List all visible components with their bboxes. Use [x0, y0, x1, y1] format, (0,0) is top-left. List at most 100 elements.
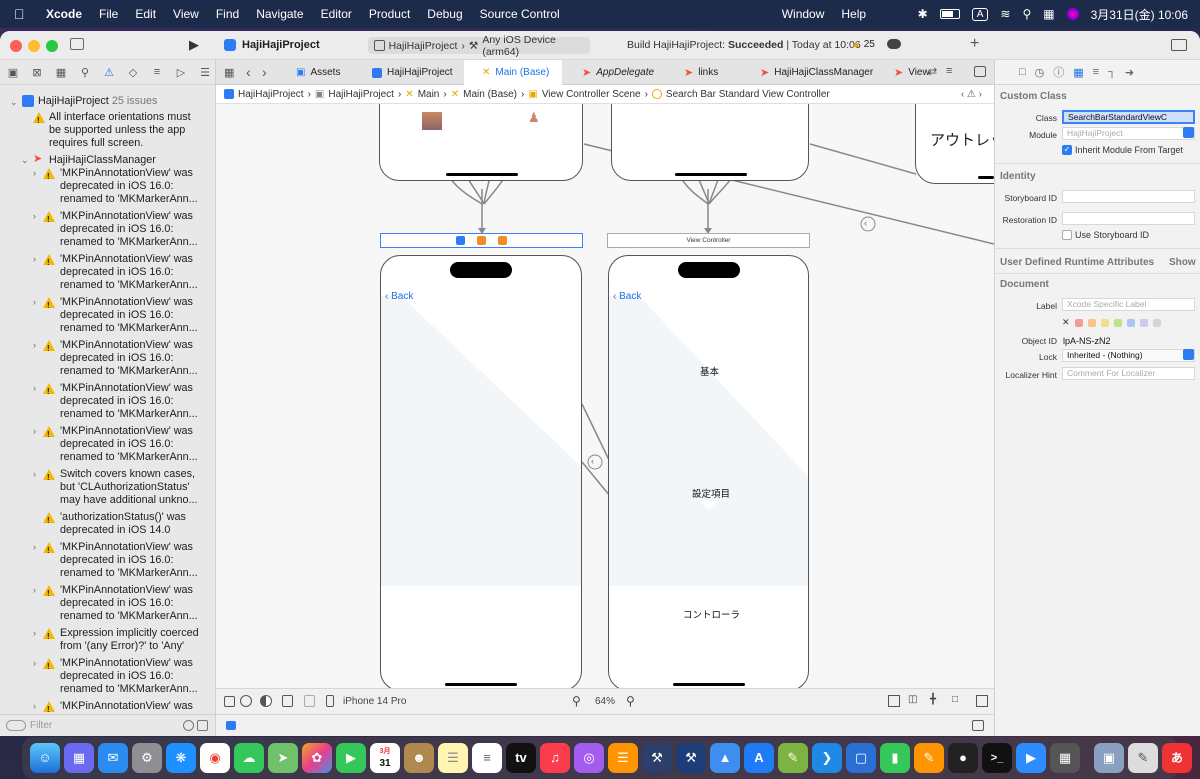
chevron-right-icon[interactable]: › — [33, 339, 36, 352]
music-icon[interactable]: ♫ — [540, 743, 570, 773]
document-label-field[interactable]: Xcode Specific Label — [1062, 298, 1195, 311]
back-button[interactable]: ‹ Back — [385, 291, 413, 302]
menu-xcode[interactable]: Xcode — [46, 7, 82, 21]
breakpoint-icon[interactable]: ▷ — [174, 66, 188, 79]
quick-help-icon[interactable]: ⓘ — [1053, 64, 1064, 80]
tab-hajihaji-class-manager[interactable]: ➤ HajiHajiClassManager — [752, 60, 892, 85]
input-method-icon[interactable]: あ — [1162, 743, 1192, 773]
label-basic[interactable]: 基本 — [700, 364, 719, 378]
facetime-icon[interactable]: ▶ — [336, 743, 366, 773]
jumpbar-item[interactable]: Main (Base) — [463, 89, 517, 100]
mail-icon[interactable]: ✉ — [98, 743, 128, 773]
numbers-icon[interactable]: ▮ — [880, 743, 910, 773]
script-editor-icon[interactable]: ✎ — [778, 743, 808, 773]
issue-group[interactable]: ⌄ ➤ HajiHajiClassManager — [0, 153, 215, 167]
align-icon[interactable]: ╋ — [930, 694, 936, 705]
update-frames-icon[interactable] — [888, 695, 900, 707]
input-mode-indicator[interactable]: A — [971, 7, 989, 21]
jumpbar-item[interactable]: Main — [418, 89, 440, 100]
xcode-icon[interactable]: ⚒ — [676, 743, 706, 773]
contacts-icon[interactable]: ☻ — [404, 743, 434, 773]
simulator-icon[interactable]: ▲ — [710, 743, 740, 773]
device-icon[interactable] — [326, 695, 334, 707]
issue-row[interactable]: › 'MKPinAnnotationView' wasdeprecated in … — [0, 339, 215, 382]
menu-debug[interactable]: Debug — [427, 7, 462, 21]
issue-row[interactable]: › 'MKPinAnnotationView' wasdeprecated in … — [0, 210, 215, 253]
issue-row[interactable]: › 'MKPinAnnotationView' wasdeprecated in … — [0, 425, 215, 468]
notes-icon[interactable]: ☰ — [438, 743, 468, 773]
restoration-id-field[interactable] — [1062, 212, 1195, 225]
destination-name[interactable]: Any iOS Device (arm64) — [482, 34, 590, 58]
finder-icon[interactable]: ☺ — [30, 743, 60, 773]
color-swatch-purple[interactable] — [1139, 318, 1148, 327]
debug-icon[interactable]: ≡ — [150, 66, 164, 78]
chevron-right-icon[interactable]: › — [33, 627, 36, 640]
issue-row[interactable]: › 'MKPinAnnotationView' wasdeprecated in … — [0, 541, 215, 584]
view-controller-scene[interactable]: ‹ Back 基本 設定項目 コントローラ — [608, 255, 809, 688]
grid-icon[interactable]: ▦ — [224, 66, 234, 79]
menu-window[interactable]: Window — [782, 7, 825, 21]
issue-row[interactable]: 'authorizationStatus()' wasdeprecated in… — [0, 511, 215, 541]
issue-row[interactable]: › 'MKPinAnnotationView' wasdeprecated in … — [0, 167, 215, 210]
scheme-selector[interactable]: HajiHajiProject › ⚒ Any iOS Device (arm6… — [368, 34, 590, 58]
tab-main-base[interactable]: ✕ Main (Base) — [464, 60, 562, 85]
menu-editor[interactable]: Editor — [321, 7, 352, 21]
pages-icon[interactable]: ✎ — [914, 743, 944, 773]
menu-file[interactable]: File — [99, 7, 118, 21]
folder-icon[interactable]: ▣ — [6, 66, 20, 79]
zoom-in-icon[interactable]: ⚲ — [626, 694, 635, 708]
menubar-clock[interactable]: 3月31日(金) 10:06 — [1091, 6, 1188, 23]
tab-view[interactable]: ➤ View — [886, 60, 930, 85]
issue-row[interactable]: › Switch covers known cases,but 'CLAuthor… — [0, 468, 215, 511]
jumpbar-item[interactable]: HajiHajiProject — [328, 89, 394, 100]
segue-chevron-icon[interactable]: ‹ — [864, 218, 867, 228]
spotlight-search-icon[interactable]: ⚲ — [1022, 7, 1031, 21]
menu-view[interactable]: View — [173, 7, 199, 21]
system-settings-icon[interactable]: ⚙ — [132, 743, 162, 773]
reminders-icon[interactable]: ≡ — [472, 743, 502, 773]
zoom-level[interactable]: 64% — [595, 696, 615, 707]
label-settings[interactable]: 設定項目 — [692, 486, 730, 500]
chevron-right-icon[interactable]: › — [33, 584, 36, 597]
identity-inspector-icon[interactable]: ▦ — [1073, 66, 1083, 79]
textedit-icon[interactable]: ✎ — [1128, 743, 1158, 773]
inherit-module-checkbox[interactable]: ✓ — [1062, 145, 1072, 155]
minimize-window-button[interactable] — [28, 40, 40, 52]
forward-arrow-icon[interactable]: › — [262, 64, 267, 80]
resolve-issues-icon[interactable] — [976, 695, 988, 707]
chevron-right-icon[interactable]: › — [33, 700, 36, 713]
layout-direction-icon[interactable] — [304, 695, 315, 707]
issue-filter-icon[interactable] — [197, 720, 208, 731]
zoom-out-icon[interactable]: ⚲ — [572, 694, 581, 708]
exit-icon[interactable] — [497, 235, 507, 245]
color-swatch-gray[interactable] — [1152, 318, 1161, 327]
terminal-icon[interactable]: >_ — [982, 743, 1012, 773]
lock-dropdown-icon[interactable] — [1183, 349, 1194, 360]
recent-filter-icon[interactable] — [183, 720, 194, 731]
issue-row[interactable]: › 'MKPinAnnotationView' wasdeprecated in … — [0, 296, 215, 339]
debug-area-toggle-icon[interactable] — [226, 721, 236, 730]
add-constraints-icon[interactable]: □ — [952, 694, 958, 705]
history-inspector-icon[interactable]: ◷ — [1035, 66, 1045, 79]
tab-assets[interactable]: ▣ Assets — [288, 60, 364, 85]
github-desktop-icon[interactable]: ● — [948, 743, 978, 773]
jumpbar-item[interactable]: HajiHajiProject — [238, 89, 304, 100]
bluetooth-icon[interactable]: ✱ — [918, 7, 928, 21]
preview-icon[interactable]: ▣ — [1094, 743, 1124, 773]
apple-tv-icon[interactable]: tv — [506, 743, 536, 773]
menu-source-control[interactable]: Source Control — [480, 7, 560, 21]
app-store-icon[interactable]: A — [744, 743, 774, 773]
chevron-right-icon[interactable]: › — [33, 296, 36, 309]
close-window-button[interactable] — [10, 40, 22, 52]
first-responder-icon[interactable] — [477, 235, 486, 245]
color-swatch-yellow[interactable] — [1100, 318, 1109, 327]
source-control-icon[interactable]: ⊠ — [30, 66, 44, 79]
scene-top-left[interactable]: ♟ — [379, 104, 583, 181]
localizer-hint-field[interactable]: Comment For Localizer — [1062, 367, 1195, 380]
apple-logo-icon[interactable]:  — [14, 6, 34, 22]
report-icon[interactable]: ☰ — [198, 66, 212, 79]
color-swatch-orange[interactable] — [1087, 318, 1096, 327]
maps-icon[interactable]: ➤ — [268, 743, 298, 773]
toolbar-warnings[interactable]: ▲ 25 — [851, 39, 875, 50]
battery-icon[interactable] — [939, 9, 960, 19]
